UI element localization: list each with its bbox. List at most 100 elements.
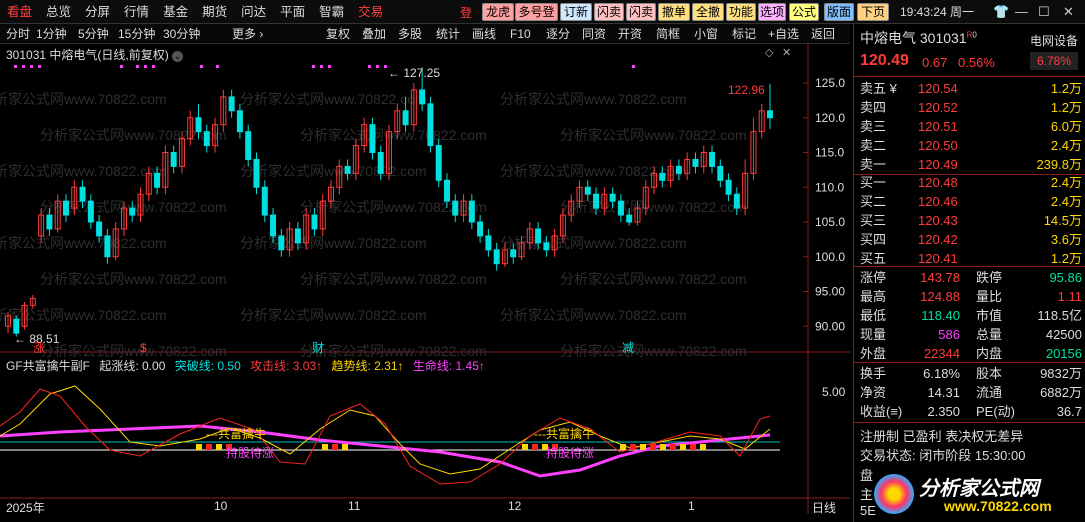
toolbar-button[interactable]: 下页	[857, 3, 889, 21]
row-price: 120.42	[918, 232, 958, 247]
candle-body	[270, 214, 277, 237]
toolbar-button[interactable]: 多号登	[515, 3, 558, 21]
row-label: 卖一	[860, 157, 887, 172]
row-price: 120.49	[918, 157, 958, 172]
tool-button[interactable]: 统计	[436, 24, 460, 44]
candle-body	[443, 179, 450, 202]
tool-button[interactable]: 多股	[398, 24, 422, 44]
tool-button[interactable]: 小窗	[694, 24, 718, 44]
xaxis-period[interactable]: 日线	[812, 499, 836, 516]
indicator-name: GF共富擒牛副F	[6, 359, 90, 373]
tool-button[interactable]: 简框	[656, 24, 680, 44]
period-tab[interactable]: 分时	[6, 24, 30, 44]
candle-body	[675, 165, 682, 174]
stat-label: 市值	[976, 308, 1003, 323]
tool-button[interactable]: 标记	[732, 24, 756, 44]
row-vol: 2.4万	[1050, 194, 1082, 209]
stat-value: 118.40	[921, 308, 960, 323]
toolbar-button[interactable]: 选项	[758, 3, 786, 21]
toolbar-button[interactable]: 撤单	[658, 3, 690, 21]
stat-label: 净资	[860, 385, 887, 400]
watermark: 分析家公式网www.70822.com	[300, 127, 487, 143]
watermark: 分析家公式网www.70822.com	[40, 271, 227, 287]
toolbar-button[interactable]: 订新	[560, 3, 592, 21]
row-price: 120.52	[918, 100, 958, 115]
menu-item[interactable]: 基金	[156, 0, 195, 24]
toolbar-button[interactable]: 龙虎	[482, 3, 514, 21]
signal-dot	[144, 65, 147, 68]
menu-item[interactable]: 行情	[117, 0, 156, 24]
watermark: 分析家公式网www.70822.com	[560, 343, 747, 359]
shirt-icon[interactable]: 👕	[993, 0, 1009, 24]
menu-item[interactable]: 问达	[234, 0, 273, 24]
quote-row: 卖五 ¥ 120.54 1.2万	[860, 80, 1082, 98]
period-tab[interactable]: 更多 ›	[232, 24, 263, 44]
period-toolbar: 分时 1分钟 5分钟 15分钟 30分钟 更多 › 复权 叠加 多股 统计 画线 F10 逐分 同资 开资简…	[0, 24, 850, 44]
period-tab[interactable]: 15分钟	[118, 24, 155, 44]
tool-button[interactable]: +自选	[768, 24, 799, 44]
tool-button[interactable]: 逐分	[546, 24, 570, 44]
tool-button[interactable]: 复权	[326, 24, 350, 44]
candle-body	[717, 165, 724, 181]
stat-value: 118.5亿	[1037, 308, 1082, 323]
candle-body	[294, 228, 301, 244]
menu-item[interactable]: 平面	[273, 0, 312, 24]
row-label: 买一	[860, 175, 887, 190]
menu-item[interactable]: 看盘	[0, 0, 39, 24]
clock: 19:43:24 周一	[900, 5, 975, 19]
sector-pct: 6.78%	[1030, 52, 1078, 70]
price-tick: 100.0	[815, 250, 845, 264]
tool-button[interactable]: F10	[510, 24, 531, 44]
sector-name[interactable]: 电网设备	[1030, 32, 1078, 49]
trade-state: 交易状态: 闭市阶段 15:30:00	[860, 448, 1026, 463]
logo-text: 分析家公式网	[919, 478, 1039, 500]
indicator-legend: GF共富擒牛副F 起涨线: 0.00 突破线: 0.50 攻击线: 3.03↑ …	[6, 357, 491, 374]
candle-body	[733, 193, 740, 209]
signal-bar	[216, 444, 222, 450]
signal-bar	[660, 444, 666, 450]
stat-label: 外盘	[860, 346, 887, 361]
minimize-icon[interactable]: —	[1015, 0, 1028, 24]
stat-label: 收益(≡)	[860, 404, 903, 419]
period-tab[interactable]: 30分钟	[163, 24, 200, 44]
close-icon[interactable]: ✕	[1063, 0, 1074, 24]
stat-row: 最高 124.88 量比 1.11	[860, 288, 1082, 306]
quote-row: 买一 120.48 2.4万	[860, 174, 1082, 192]
line-shengming: 生命线: 1.45↑	[412, 359, 485, 373]
menu-item[interactable]: 总览	[39, 0, 78, 24]
menu-item[interactable]: 分屏	[78, 0, 117, 24]
stat-value: 22344	[923, 346, 960, 361]
signal-bar	[630, 444, 636, 450]
tool-button[interactable]: 叠加	[362, 24, 386, 44]
maximize-icon[interactable]: ☐	[1038, 0, 1050, 24]
period-tab[interactable]: 1分钟	[36, 24, 67, 44]
signal-bar	[700, 444, 706, 450]
toolbar-button[interactable]: 全撤	[692, 3, 724, 21]
period-tab[interactable]: 5分钟	[78, 24, 109, 44]
candlestick-chart[interactable]: 125.0 120.0 115.0 110.0 105.0 100.0 95.00 90.00…	[0, 44, 850, 514]
tool-button[interactable]: 同资	[582, 24, 606, 44]
row-price: 120.48	[918, 175, 958, 190]
stat-value: 6.18%	[923, 366, 960, 381]
row-label: 卖三	[860, 119, 887, 134]
line-gongji: 攻击线: 3.03↑	[250, 359, 323, 373]
candle-body	[104, 235, 111, 258]
signal-bar	[322, 444, 328, 450]
menu-item[interactable]: 期货	[195, 0, 234, 24]
toolbar-button[interactable]: 版面	[824, 3, 854, 21]
menu-item[interactable]: 交易	[351, 0, 390, 24]
signal-bar	[196, 444, 202, 450]
tool-button[interactable]: 返回	[811, 24, 835, 44]
toolbar-button[interactable]: 闪卖	[626, 3, 656, 21]
row-label: 买三	[860, 213, 887, 228]
row-price: 120.43	[918, 213, 958, 228]
toolbar-button[interactable]: 功能	[726, 3, 756, 21]
stat-value: 14.31	[927, 385, 960, 400]
watermark: 分析家公式网www.70822.com	[560, 127, 747, 143]
stat-label: 跌停	[976, 270, 1003, 285]
menu-item[interactable]: 智霸	[312, 0, 351, 24]
toolbar-button[interactable]: 公式	[789, 3, 819, 21]
tool-button[interactable]: 画线	[472, 24, 496, 44]
tool-button[interactable]: 开资	[618, 24, 642, 44]
toolbar-button[interactable]: 闪卖	[594, 3, 624, 21]
